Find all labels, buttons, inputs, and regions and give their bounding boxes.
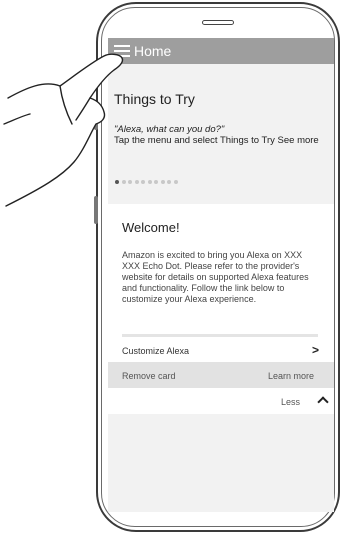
hamburger-menu-icon[interactable] — [114, 45, 130, 57]
page-title: Home — [134, 43, 172, 59]
things-to-try-title: Things to Try — [114, 91, 195, 107]
less-button[interactable]: Less — [281, 397, 300, 407]
chevron-up-icon — [317, 396, 329, 408]
carousel-dot[interactable] — [160, 179, 165, 184]
carousel-dot[interactable] — [147, 179, 152, 184]
customize-alexa-label: Customize Alexa — [122, 346, 190, 356]
card-body: Amazon is excited to bring you Alexa on … — [122, 250, 309, 304]
app-bar: Home — [108, 38, 334, 64]
carousel-dot[interactable] — [141, 179, 145, 184]
carousel-pagination[interactable] — [115, 173, 180, 184]
phone-speaker — [202, 20, 234, 25]
divider — [122, 334, 318, 337]
card-actions: Remove card Learn more — [108, 362, 334, 388]
collapse-row[interactable]: Less — [108, 388, 334, 414]
phone-side-button — [94, 112, 98, 130]
things-to-try-section: Things to Try — [114, 91, 328, 107]
welcome-card: Welcome! Amazon is excited to bring you … — [108, 204, 334, 414]
phone-screen: Home Things to Try "Alexa, what can you … — [108, 38, 334, 512]
carousel-dot[interactable] — [121, 179, 126, 184]
remove-card-button[interactable]: Remove card — [122, 371, 176, 381]
card-title: Welcome! — [122, 220, 180, 235]
carousel-dot[interactable] — [128, 179, 132, 184]
example-utterance: "Alexa, what can you do?" — [114, 124, 225, 135]
things-to-try-hint[interactable]: Tap the menu and select Things to Try Se… — [114, 135, 328, 146]
carousel-dot[interactable] — [173, 179, 178, 184]
carousel-dot[interactable] — [167, 179, 171, 184]
customize-alexa-link[interactable]: Customize Alexa > — [108, 338, 334, 362]
chevron-right-icon: > — [312, 343, 320, 357]
carousel-dot[interactable] — [154, 179, 158, 184]
phone-side-button — [94, 196, 98, 224]
carousel-dot[interactable] — [115, 179, 119, 184]
learn-more-button[interactable]: Learn more — [268, 371, 314, 381]
carousel-dot[interactable] — [134, 179, 139, 184]
